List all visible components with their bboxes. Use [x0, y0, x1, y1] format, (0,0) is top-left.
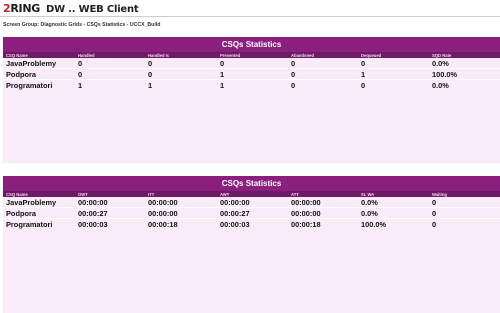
- table-cell: 00:00:18: [291, 220, 321, 229]
- table-cell: 0: [291, 81, 296, 90]
- table-cell: 0: [432, 198, 437, 207]
- column-header[interactable]: CSQ Name: [6, 53, 28, 58]
- table-row[interactable]: JavaProblemy 00:00:00 00:00:00 00:00:00 …: [3, 197, 500, 208]
- column-header[interactable]: SL WA: [361, 192, 374, 197]
- table-cell: 00:00:00: [148, 198, 178, 207]
- table-cell: 00:00:27: [78, 209, 108, 218]
- csq-stats-panel-2: CSQs Statistics CSQ Name OWT ITT AWT ATT…: [3, 176, 500, 313]
- table-cell: 1: [220, 81, 225, 90]
- header-divider: [0, 16, 500, 17]
- column-header[interactable]: Presented: [220, 53, 240, 58]
- table-cell: Podpora: [6, 209, 36, 218]
- table-cell: 0: [432, 220, 437, 229]
- table-cell: 00:00:00: [148, 209, 178, 218]
- app-header: 2RING DW .. WEB Client: [0, 0, 500, 18]
- table-cell: 00:00:00: [291, 209, 321, 218]
- table-cell: 1: [220, 70, 225, 79]
- column-header[interactable]: Handled Ic: [148, 53, 169, 58]
- table-cell: 0: [148, 70, 153, 79]
- table-cell: 0.0%: [361, 209, 378, 218]
- column-header[interactable]: AWT: [220, 192, 229, 197]
- screen-group-breadcrumb: Screen Group: Diagnostic Grids - CSQs St…: [3, 22, 161, 28]
- table-cell: 00:00:03: [220, 220, 250, 229]
- logo-wordmark: 2RING: [3, 2, 40, 15]
- panel-title: CSQs Statistics: [3, 176, 500, 191]
- panel-title: CSQs Statistics: [3, 37, 500, 52]
- table-row[interactable]: JavaProblemy 0 0 0 0 0 0.0%: [3, 58, 500, 69]
- table-cell: 1: [78, 81, 83, 90]
- csq-stats-panel-1: CSQs Statistics CSQ Name Handled Handled…: [3, 37, 500, 163]
- table-cell: 0: [432, 209, 437, 218]
- table-cell: Podpora: [6, 70, 36, 79]
- table-row[interactable]: Programatori 1 1 1 0 0 0.0%: [3, 80, 500, 91]
- column-header[interactable]: Waiting: [432, 192, 447, 197]
- column-header[interactable]: CSQ Name: [6, 192, 28, 197]
- table-cell: 0: [291, 59, 296, 68]
- table-cell: Programatori: [6, 81, 53, 90]
- table-cell: 00:00:18: [148, 220, 178, 229]
- table-cell: JavaProblemy: [6, 198, 57, 207]
- column-header[interactable]: Dequeued: [361, 53, 381, 58]
- column-header[interactable]: OWT: [78, 192, 88, 197]
- table-cell: 00:00:00: [291, 198, 321, 207]
- table-cell: 0.0%: [432, 59, 449, 68]
- table-cell: 00:00:27: [220, 209, 250, 218]
- app-title: DW .. WEB Client: [45, 4, 139, 15]
- table-cell: 0: [78, 59, 83, 68]
- column-header[interactable]: ATT: [291, 192, 299, 197]
- table-cell: 100.0%: [361, 220, 387, 229]
- table-cell: 0: [291, 70, 296, 79]
- table-cell: JavaProblemy: [6, 59, 57, 68]
- column-header[interactable]: Handled: [78, 53, 95, 58]
- table-row[interactable]: Podpora 00:00:27 00:00:00 00:00:27 00:00…: [3, 208, 500, 219]
- table-row[interactable]: Programatori 00:00:03 00:00:18 00:00:03 …: [3, 219, 500, 230]
- table-cell: 00:00:00: [220, 198, 250, 207]
- table-cell: 0: [361, 81, 366, 90]
- brand-logo: 2RING DW .. WEB Client: [3, 2, 139, 16]
- table-cell: 1: [148, 81, 153, 90]
- table-row[interactable]: Podpora 0 0 1 0 1 100.0%: [3, 69, 500, 80]
- table-cell: 00:00:00: [78, 198, 108, 207]
- table-cell: 100.0%: [432, 70, 458, 79]
- table-cell: 0: [361, 59, 366, 68]
- table-cell: 0: [148, 59, 153, 68]
- table-cell: 0.0%: [361, 198, 378, 207]
- column-header[interactable]: SQD Rate: [432, 53, 451, 58]
- column-header[interactable]: ITT: [148, 192, 154, 197]
- table-cell: 0: [78, 70, 83, 79]
- column-header[interactable]: Abandoned: [291, 53, 314, 58]
- table-cell: Programatori: [6, 220, 53, 229]
- table-cell: 00:00:03: [78, 220, 108, 229]
- table-cell: 1: [361, 70, 366, 79]
- table-cell: 0.0%: [432, 81, 449, 90]
- table-cell: 0: [220, 59, 225, 68]
